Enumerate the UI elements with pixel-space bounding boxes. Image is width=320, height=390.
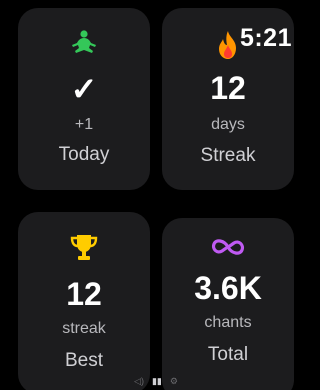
total-card[interactable]: 3.6K chants Total (162, 218, 294, 390)
trophy-icon (18, 232, 150, 262)
page-indicator: ◁) ▮▮ ⚙ (0, 376, 312, 387)
streak-days-value: 12 (210, 70, 246, 106)
best-card[interactable]: 12 streak Best (18, 212, 150, 390)
gear-icon: ⚙ (169, 376, 178, 386)
infinity-icon (162, 236, 294, 258)
speaker-icon: ◁) (134, 376, 144, 386)
total-chants-value: 3.6K (194, 270, 262, 306)
best-label: Best (64, 350, 104, 371)
watch-screen: ✓ +1 Today 12 days Streak 5:21 12 streak… (0, 0, 312, 390)
streak-label: Streak (200, 145, 256, 166)
today-label: Today (58, 144, 110, 165)
today-increment: +1 (74, 116, 94, 133)
signal-icon: ▮▮ (151, 376, 162, 386)
time-display: 5:21 (239, 24, 292, 52)
best-unit: streak (62, 320, 106, 337)
total-label: Total (207, 344, 249, 365)
meditation-icon (18, 30, 150, 56)
total-unit: chants (204, 314, 252, 331)
today-card[interactable]: ✓ +1 Today (18, 8, 150, 190)
best-streak-value: 12 (66, 276, 102, 312)
streak-unit: days (211, 116, 245, 133)
completed-checkmark: ✓ (70, 71, 98, 107)
